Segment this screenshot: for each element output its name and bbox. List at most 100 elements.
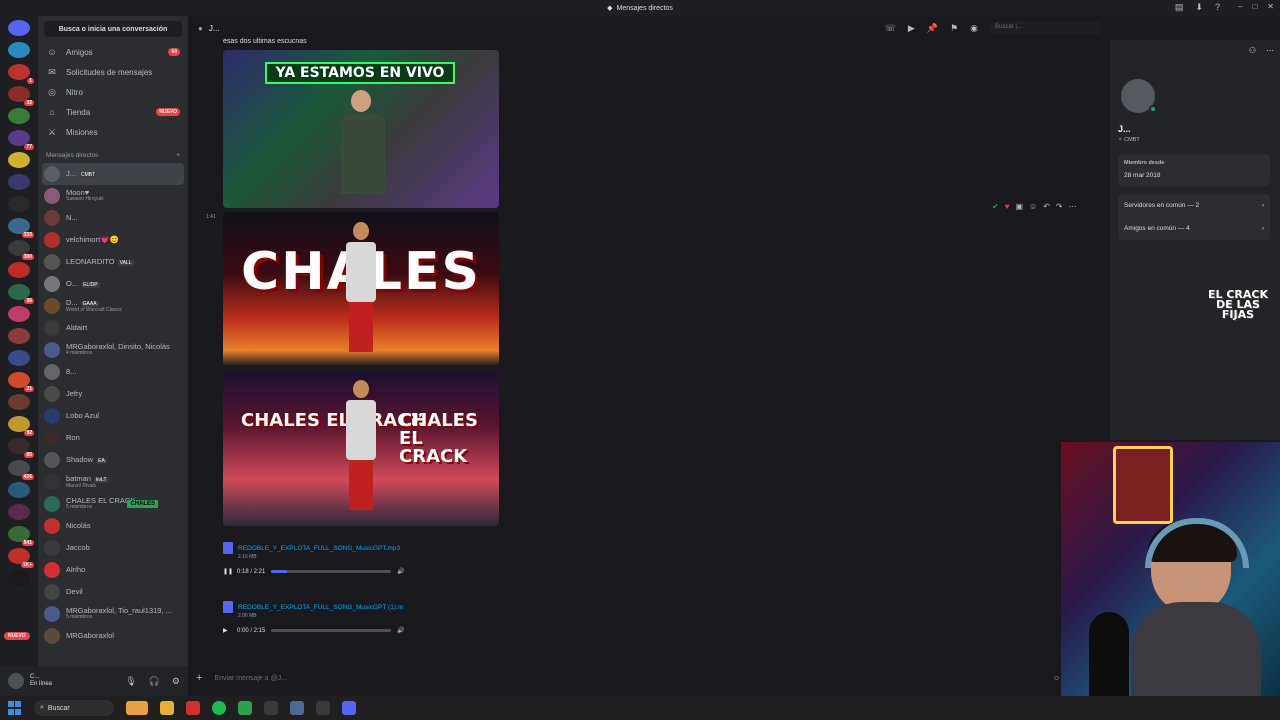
sidebar-item-message-request[interactable]: ✉ Solicitudes de mensajes: [38, 62, 188, 82]
mutual-servers-row[interactable]: Servidores en común — 2 ›: [1124, 200, 1264, 211]
find-conversation-button[interactable]: Busca o inicia una conversación: [44, 21, 182, 37]
close-button[interactable]: ✕: [1267, 2, 1274, 11]
app-icon[interactable]: [238, 701, 252, 715]
server-icon[interactable]: [8, 42, 30, 58]
play-icon[interactable]: ▶: [223, 627, 237, 634]
dm-item[interactable]: J... CMBT: [42, 163, 184, 185]
server-icon[interactable]: [8, 482, 30, 498]
new-badge[interactable]: NUEVO: [4, 632, 30, 640]
server-icon[interactable]: [8, 152, 30, 168]
dm-item[interactable]: MRGaboraxlol, Dinsito, Nicolás 4 miembros: [38, 339, 188, 361]
sidebar-item-friends[interactable]: ☺ Amigos 64: [38, 42, 188, 62]
server-icon[interactable]: [8, 570, 30, 586]
app-icon[interactable]: [316, 701, 330, 715]
sidebar-item-quest[interactable]: ⚔ Misiones: [38, 122, 188, 142]
sidebar-item-shop[interactable]: ⌂ Tienda NUEVO: [38, 102, 188, 122]
server-icon[interactable]: 1: [8, 64, 34, 84]
dm-item[interactable]: CHALES EL CRACK 5 miembros CHALES: [38, 493, 188, 515]
server-icon[interactable]: 92: [8, 416, 34, 436]
dm-item[interactable]: Jaccob: [38, 537, 188, 559]
image-attachment-chales-crack[interactable]: CHALES EL CRACK CHALES EL CRACK: [223, 372, 499, 526]
taskbar-app-widget-icon[interactable]: [126, 701, 148, 715]
audio-file-name[interactable]: REDOBLE_Y_EXPLOTA_FULL_SONG_MusicGPT (1)…: [238, 604, 403, 611]
pin-icon[interactable]: 📌: [927, 23, 938, 34]
taskbar-search[interactable]: ⌕ Buscar: [34, 700, 114, 716]
server-icon[interactable]: 36: [8, 284, 34, 304]
dm-item[interactable]: LEONARDITO VALL: [38, 251, 188, 273]
discord-taskbar-icon[interactable]: [342, 701, 356, 715]
server-icon[interactable]: [8, 196, 30, 212]
composer-placeholder[interactable]: Enviar mensaje a @J...: [214, 675, 286, 682]
package-reaction-icon[interactable]: ▣: [1015, 202, 1023, 211]
dm-item[interactable]: Moon♥ Sawano Hiroyuki: [38, 185, 188, 207]
server-icon[interactable]: [8, 350, 30, 366]
server-icon[interactable]: [8, 504, 30, 520]
dm-item[interactable]: Ron: [38, 427, 188, 449]
pause-icon[interactable]: ❚❚: [223, 568, 237, 575]
dm-item[interactable]: MRGaboraxlol: [38, 625, 188, 647]
image-attachment-chales[interactable]: CHALES: [223, 212, 499, 366]
dm-item[interactable]: Alriho: [38, 559, 188, 581]
dm-item[interactable]: Nicolás: [38, 515, 188, 537]
emoji-icon[interactable]: ☺: [1053, 675, 1060, 682]
dm-item[interactable]: MRGaboraxlol, Tio_raul1319, ... 5 miembro…: [38, 603, 188, 625]
add-dm-icon[interactable]: +: [176, 152, 180, 159]
server-icon[interactable]: 333: [8, 218, 34, 238]
server-icon[interactable]: [8, 328, 30, 344]
server-icon[interactable]: [8, 394, 30, 410]
home-dm-icon[interactable]: [8, 20, 30, 36]
headphones-icon[interactable]: 🎧: [149, 676, 160, 687]
help-icon[interactable]: ?: [1215, 2, 1220, 13]
spotify-icon[interactable]: [212, 701, 226, 715]
dm-item[interactable]: batman kvLT Marvel Rivals: [38, 471, 188, 493]
voice-call-icon[interactable]: ☏: [885, 23, 896, 34]
forward-icon[interactable]: ↷: [1056, 202, 1063, 211]
heart-reaction-icon[interactable]: ♥: [1005, 202, 1010, 211]
minimize-button[interactable]: –: [1238, 2, 1242, 11]
check-reaction-icon[interactable]: ✔: [992, 202, 999, 211]
dm-item[interactable]: 8...: [38, 361, 188, 383]
volume-icon[interactable]: 🔊: [397, 568, 404, 575]
settings-icon[interactable]: [290, 701, 304, 715]
app-icon[interactable]: [264, 701, 278, 715]
server-icon[interactable]: [8, 262, 30, 278]
profile-toggle-icon[interactable]: ◉: [970, 23, 978, 34]
add-friend-icon[interactable]: ⚑: [950, 23, 958, 34]
dm-item[interactable]: Lobo Azul: [38, 405, 188, 427]
maximize-button[interactable]: □: [1252, 2, 1257, 11]
dm-item[interactable]: Shadow EA: [38, 449, 188, 471]
add-friend-icon[interactable]: ⚇: [1249, 46, 1256, 55]
server-icon[interactable]: 77: [8, 130, 34, 150]
video-call-icon[interactable]: ▶: [908, 23, 915, 34]
image-attachment-live[interactable]: YA ESTAMOS EN VIVO: [223, 50, 499, 208]
more-options-icon[interactable]: ⋯: [1266, 46, 1274, 55]
dm-item[interactable]: Jefry: [38, 383, 188, 405]
reply-icon[interactable]: ↶: [1043, 202, 1050, 211]
inbox-icon[interactable]: ▤: [1175, 2, 1184, 13]
server-icon[interactable]: [8, 174, 30, 190]
brave-browser-icon[interactable]: [186, 701, 200, 715]
dm-item[interactable]: O... ELIDP: [38, 273, 188, 295]
server-icon[interactable]: 300: [8, 240, 34, 260]
dm-item[interactable]: Devil: [38, 581, 188, 603]
more-options-icon[interactable]: ⋯: [1069, 202, 1077, 211]
dm-item[interactable]: D... GAAA World of Warcraft Classic: [38, 295, 188, 317]
server-icon[interactable]: 65: [8, 438, 34, 458]
add-reaction-icon[interactable]: ☺: [1029, 202, 1037, 211]
message-composer[interactable]: + Enviar mensaje a @J... ☺: [196, 668, 1060, 688]
dm-item[interactable]: Aldairt: [38, 317, 188, 339]
server-icon[interactable]: [8, 108, 30, 124]
server-icon[interactable]: 1K+: [8, 548, 34, 568]
audio-seek-bar[interactable]: [271, 629, 392, 632]
server-icon[interactable]: 21: [8, 372, 34, 392]
mic-icon[interactable]: 🎙: [125, 676, 136, 687]
dm-item[interactable]: velchimort💗😊: [38, 229, 188, 251]
settings-gear-icon[interactable]: ⚙: [172, 676, 180, 687]
server-icon[interactable]: 541: [8, 526, 34, 546]
file-explorer-icon[interactable]: [160, 701, 174, 715]
mutual-friends-row[interactable]: Amigos en común — 4 ›: [1124, 223, 1264, 234]
server-icon[interactable]: 426: [8, 460, 34, 480]
attach-plus-icon[interactable]: +: [196, 672, 202, 684]
audio-seek-bar[interactable]: [271, 570, 392, 573]
chat-search-input[interactable]: Buscar |...: [990, 21, 1100, 35]
